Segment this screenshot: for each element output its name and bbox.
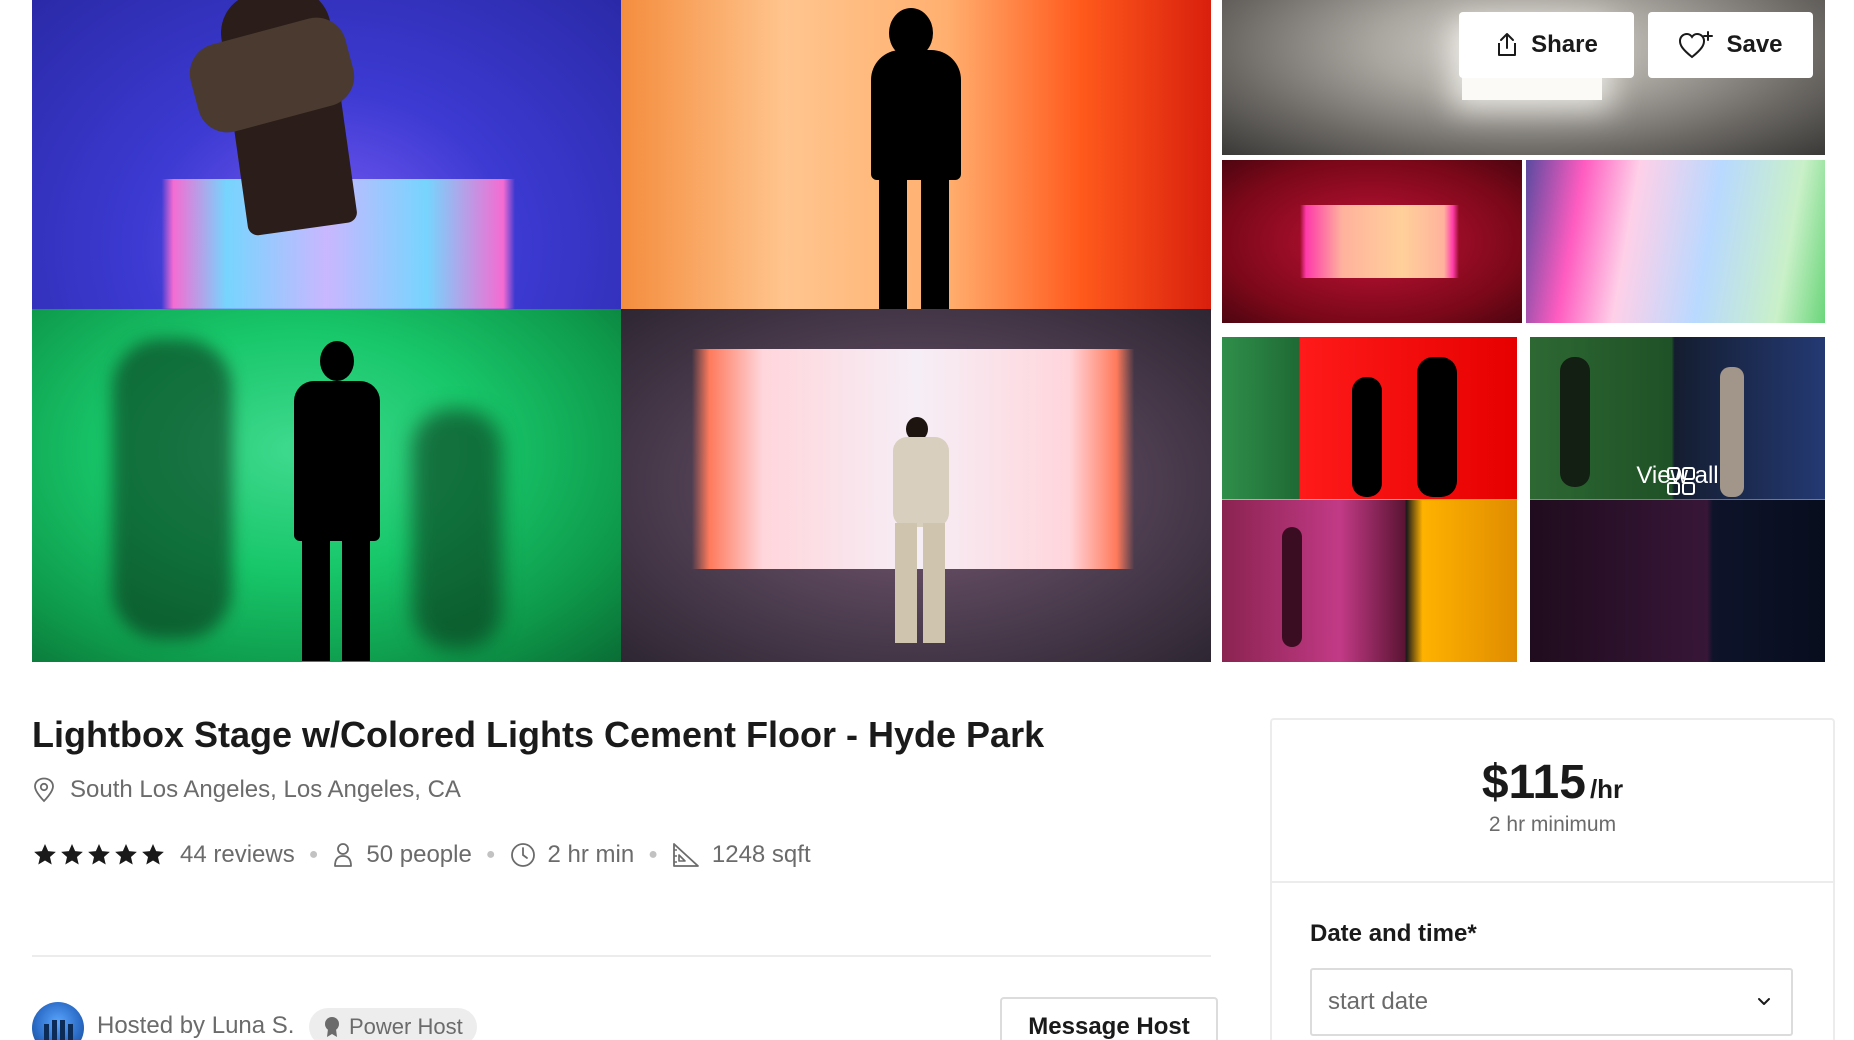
rating-stars: [32, 842, 166, 868]
gallery-photo-1[interactable]: [32, 0, 621, 309]
price-unit: /hr: [1589, 774, 1624, 804]
separator-dot: ●: [308, 846, 319, 863]
booking-card: $115/hr 2 hr minimum Date and time* star…: [1270, 718, 1835, 1040]
hosted-by-text[interactable]: Hosted by Luna S.: [97, 1012, 294, 1040]
capacity-text: 50 people: [366, 841, 472, 868]
host-avatar[interactable]: [32, 1002, 84, 1040]
ruler-triangle-icon: [672, 843, 699, 867]
gallery-photo-8[interactable]: [1222, 337, 1517, 662]
start-date-placeholder: start date: [1328, 988, 1429, 1015]
power-host-badge: Power Host: [309, 1008, 477, 1040]
location-pin-icon: [34, 777, 54, 803]
gallery-photo-4[interactable]: [621, 309, 1211, 662]
listing-location: South Los Angeles, Los Angeles, CA: [32, 776, 461, 804]
view-all-photos-tile[interactable]: [1530, 337, 1825, 662]
message-host-button[interactable]: Message Host: [1000, 997, 1218, 1040]
card-divider: [1272, 881, 1833, 883]
star-icon: [115, 843, 137, 865]
minimum-text: 2 hr min: [547, 841, 635, 868]
heart-plus-icon: [1679, 31, 1714, 59]
gallery-photo-6[interactable]: [1222, 160, 1522, 323]
share-icon: [1498, 33, 1517, 56]
separator-dot: ●: [648, 846, 658, 863]
avatar-pattern: [44, 1020, 73, 1040]
section-divider: [32, 955, 1211, 957]
size-stat: 1248 sqft: [672, 841, 811, 869]
gallery-photo-7[interactable]: [1526, 160, 1825, 323]
save-button[interactable]: Save: [1648, 12, 1813, 78]
share-label: Share: [1531, 31, 1598, 58]
gallery-photo-2[interactable]: [621, 0, 1211, 309]
star-icon: [88, 843, 110, 865]
size-text: 1248 sqft: [711, 841, 811, 868]
power-host-label: Power Host: [349, 1014, 463, 1039]
separator-dot: ●: [485, 846, 496, 863]
view-all-label[interactable]: View all: [1530, 462, 1825, 490]
reviews-link[interactable]: 44 reviews: [180, 841, 295, 869]
listing-stats: 44 reviews ● 50 people ● 2 hr min ● 1248…: [32, 841, 811, 869]
minimum-hours-text: 2 hr minimum: [1488, 813, 1617, 836]
listing-title: Lightbox Stage w/Colored Lights Cement F…: [32, 714, 1045, 755]
location-text: South Los Angeles, Los Angeles, CA: [70, 776, 461, 803]
chevron-down-icon: [1758, 998, 1770, 1005]
person-icon: [334, 843, 353, 867]
save-label: Save: [1726, 31, 1783, 58]
minimum-stat: 2 hr min: [510, 841, 635, 869]
gallery-photo-3[interactable]: [32, 309, 621, 662]
date-time-label: Date and time*: [1310, 920, 1477, 947]
star-icon: [142, 843, 164, 865]
capacity-stat: 50 people: [332, 841, 472, 869]
star-icon: [34, 843, 56, 865]
price-value: $115: [1481, 756, 1586, 809]
share-button[interactable]: Share: [1459, 12, 1634, 78]
start-date-select[interactable]: start date: [1310, 968, 1793, 1036]
price-row: $115/hr: [1272, 755, 1833, 810]
badge-icon: [325, 1017, 339, 1037]
clock-icon: [510, 843, 535, 867]
star-icon: [61, 843, 83, 865]
